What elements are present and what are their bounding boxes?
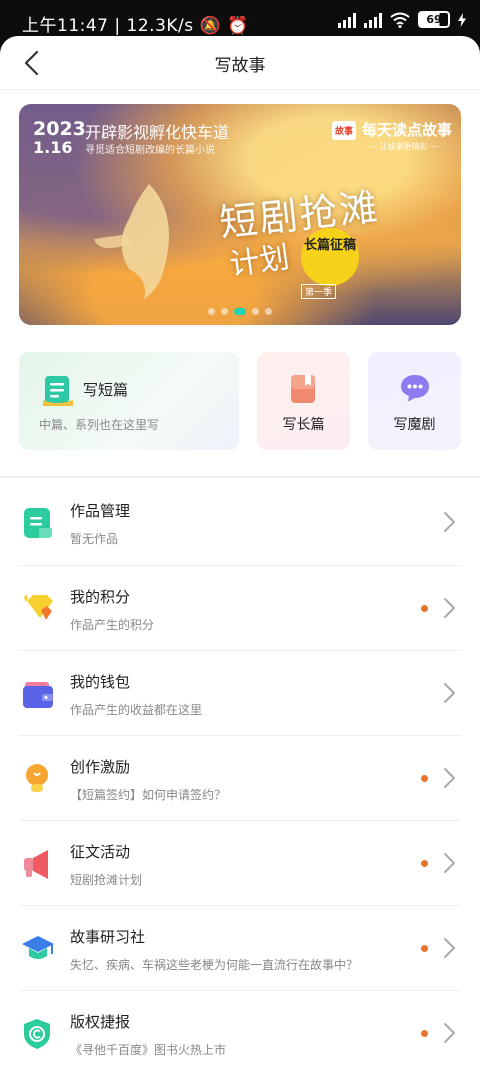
wifi-icon: [390, 12, 410, 28]
menu-item-title: 征文活动: [70, 843, 131, 861]
chevron-right-icon: [444, 683, 455, 703]
write-drama-card[interactable]: 写魔剧: [368, 352, 461, 450]
banner-pagination: [19, 308, 461, 315]
menu-item-inner: 故事研习社 失忆、疾病、车祸这些老梗为何能一直流行在故事中？: [0, 906, 480, 990]
works-icon: [24, 508, 52, 538]
chevron-right-icon: [444, 768, 455, 788]
menu-item-title: 我的积分: [70, 588, 131, 606]
header: 写故事: [0, 36, 480, 90]
page-dot-active[interactable]: [234, 308, 246, 315]
menu-item-incentive[interactable]: 创作激励 【短篇签约】如何申请签约？: [19, 735, 461, 820]
menu-item-subtitle: 作品产生的积分: [70, 618, 155, 632]
document-icon: [43, 376, 73, 406]
notification-dot: [421, 775, 428, 782]
banner-date: 1.16: [33, 138, 73, 157]
mute-icon: 🔕: [199, 16, 222, 36]
chevron-right-icon: [444, 512, 455, 532]
status-separator: |: [114, 16, 127, 36]
signal-icon: [338, 12, 356, 28]
menu-item-title: 创作激励: [70, 758, 131, 776]
chevron-right-icon: [444, 938, 455, 958]
banner-badge: 长篇征稿: [301, 228, 359, 286]
menu-item-inner: 我的积分 作品产生的积分: [0, 566, 480, 650]
status-net-speed: 12.3K/s: [126, 16, 194, 36]
chat-bubble-icon: [401, 375, 429, 402]
banner-brand: 每天读点故事: [362, 121, 453, 139]
section-divider: [0, 476, 480, 478]
book-icon: [291, 375, 315, 403]
banner-year: 2023: [33, 118, 86, 140]
menu-item-subtitle: 失忆、疾病、车祸这些老梗为何能一直流行在故事中？: [70, 958, 359, 972]
notification-dot: [421, 945, 428, 952]
page-dot[interactable]: [265, 308, 272, 315]
menu-item-subtitle: 作品产生的收益都在这里: [70, 703, 203, 717]
chevron-right-icon: [444, 598, 455, 618]
banner-headline: 开辟影视孵化快车道: [85, 123, 230, 142]
banner-season: 第一季: [301, 284, 337, 299]
menu-item-title: 作品管理: [70, 502, 131, 520]
menu-item-inner: 创作激励 【短篇签约】如何申请签约？: [0, 736, 480, 820]
banner-calligraphy-title: 短剧抢滩: [217, 184, 382, 246]
battery-icon: 69: [418, 11, 450, 28]
app-screen: 写故事 2023 开辟影视孵化快车道 1.16 寻觅适合短剧改编的长篇小说 故事…: [0, 36, 480, 1067]
graduation-cap-icon: [22, 936, 54, 959]
promo-banner[interactable]: 2023 开辟影视孵化快车道 1.16 寻觅适合短剧改编的长篇小说 故事 每天读…: [19, 104, 461, 325]
menu-item-subtitle: 短剧抢滩计划: [70, 873, 143, 887]
menu-item-copyright[interactable]: 版权捷报 《寻他千百度》图书火热上市: [19, 990, 461, 1067]
alarm-icon: ⏰: [227, 16, 249, 36]
status-time: 上午11:47: [22, 16, 109, 36]
charging-icon: [458, 12, 466, 27]
menu-item-works[interactable]: 作品管理 暂无作品: [0, 480, 480, 565]
banner-logo: 故事: [332, 121, 357, 140]
menu-item-inner: 作品管理 暂无作品: [0, 480, 480, 565]
banner-calligraphy-subtitle: 计划: [227, 239, 292, 283]
page-dot[interactable]: [221, 308, 228, 315]
diamond-icon: [24, 594, 53, 620]
menu-item-subtitle: 【短篇签约】如何申请签约？: [70, 788, 227, 802]
menu-item-subtitle: 《寻他千百度》图书火热上市: [70, 1043, 227, 1057]
menu-item-contest[interactable]: 征文活动 短剧抢滩计划: [19, 820, 461, 905]
menu-item-subtitle: 暂无作品: [70, 532, 119, 546]
menu-item-inner: 版权捷报 《寻他千百度》图书火热上市: [0, 991, 480, 1067]
write-drama-title: 写魔剧: [393, 417, 436, 433]
write-long-title: 写长篇: [282, 417, 325, 433]
chevron-right-icon: [444, 853, 455, 873]
menu-item-title: 版权捷报: [70, 1013, 131, 1031]
chevron-right-icon: [444, 1023, 455, 1043]
page-dot[interactable]: [208, 308, 215, 315]
signal-icon-2: [364, 12, 382, 28]
copyright-shield-icon: [24, 1019, 50, 1049]
menu-item-inner: 征文活动 短剧抢滩计划: [0, 821, 480, 905]
menu-item-title: 我的钱包: [70, 673, 131, 691]
menu-item-wallet[interactable]: 我的钱包 作品产生的收益都在这里: [19, 650, 461, 735]
menu-item-title: 故事研习社: [70, 928, 146, 946]
banner-brand-tagline: — 让故事更精彩 —: [369, 142, 439, 151]
page-title: 写故事: [214, 56, 266, 76]
write-short-subtitle: 中篇、系列也在这里写: [39, 418, 160, 432]
write-long-card[interactable]: 写长篇: [257, 352, 350, 450]
megaphone-icon: [24, 850, 48, 879]
status-right: 69: [338, 11, 466, 28]
notification-dot: [421, 605, 428, 612]
menu-item-story-club[interactable]: 故事研习社 失忆、疾病、车祸这些老梗为何能一直流行在故事中？: [19, 905, 461, 990]
whale-illustration: [94, 184, 169, 299]
menu-item-inner: 我的钱包 作品产生的收益都在这里: [0, 651, 480, 735]
wallet-icon: [23, 682, 53, 708]
banner-subline: 寻觅适合短剧改编的长篇小说: [85, 145, 215, 156]
notification-dot: [421, 1030, 428, 1037]
write-short-title: 写短篇: [83, 381, 129, 399]
write-cards: 写短篇 中篇、系列也在这里写 写长篇 写魔剧: [19, 352, 461, 450]
bulb-icon: [26, 764, 48, 792]
page-dot[interactable]: [252, 308, 259, 315]
menu-list: 作品管理 暂无作品 我的积分 作品产生的积分 我的钱包 作品产生的收益都在这里 …: [0, 480, 480, 1067]
notification-dot: [421, 860, 428, 867]
write-short-card[interactable]: 写短篇 中篇、系列也在这里写: [19, 352, 239, 450]
status-left: 上午11:47 | 12.3K/s 🔕 ⏰: [22, 11, 249, 36]
menu-item-points[interactable]: 我的积分 作品产生的积分: [19, 565, 461, 650]
